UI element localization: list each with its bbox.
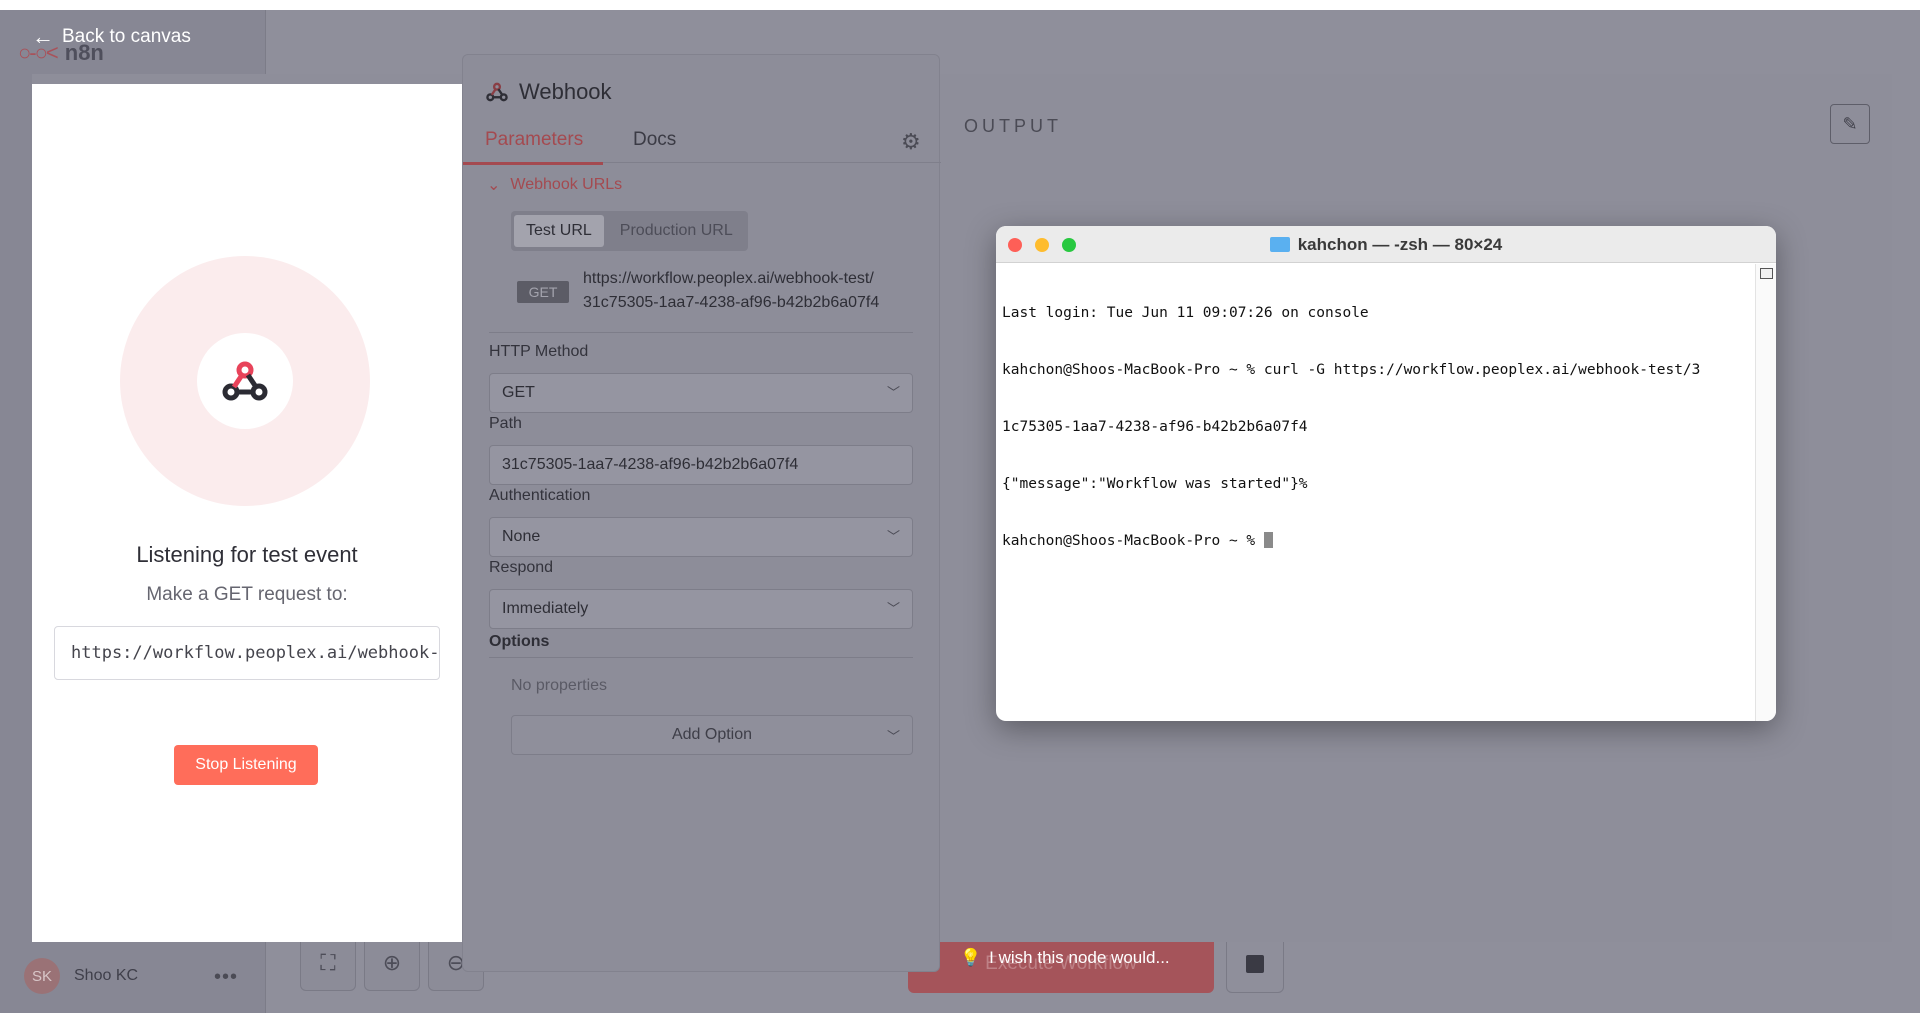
path-value: 31c75305-1aa7-4238-af96-b42b2b6a07f4	[502, 456, 799, 473]
user-menu-more-icon[interactable]: •••	[214, 966, 238, 989]
parameter-tabs: Parameters Docs	[462, 125, 941, 165]
canvas-controls: ⛶ ⊕ ⊖	[300, 935, 484, 991]
parameters-panel: Webhook Parameters Docs ⚙ ⌄ Webhook URLs…	[462, 54, 941, 972]
test-webhook-url-field[interactable]: https://workflow.peoplex.ai/webhook-test…	[54, 626, 440, 680]
divider	[489, 332, 913, 333]
divider	[489, 657, 913, 658]
folder-icon	[1269, 237, 1290, 252]
authentication-value: None	[502, 528, 541, 545]
stop-listening-button[interactable]: Stop Listening	[174, 745, 318, 785]
user-name: Shoo KC	[74, 967, 139, 984]
gear-icon[interactable]: ⚙	[901, 129, 921, 155]
terminal-prompt-line: kahchon@Shoos-MacBook-Pro ~ %	[1002, 532, 1750, 551]
fit-view-button[interactable]: ⛶	[300, 935, 356, 991]
tooltip-text: I wish this node would...	[989, 948, 1170, 967]
stop-icon	[1246, 955, 1264, 973]
terminal-line: Last login: Tue Jun 11 09:07:26 on conso…	[1002, 305, 1369, 321]
listening-subtitle: Make a GET request to:	[146, 584, 348, 605]
test-url-option[interactable]: Test URL	[514, 215, 604, 247]
user-profile[interactable]: SK Shoo KC	[24, 958, 138, 994]
webhook-icon	[486, 82, 508, 102]
terminal-line: 1c75305-1aa7-4238-af96-b42b2b6a07f4	[1002, 419, 1308, 435]
avatar: SK	[24, 958, 60, 994]
webhook-url-line: 31c75305-1aa7-4238-af96-b42b2b6a07f4	[583, 294, 880, 311]
terminal-line: kahchon@Shoos-MacBook-Pro ~ % curl -G ht…	[1002, 362, 1701, 378]
url-type-toggle: Test URL Production URL	[511, 211, 748, 251]
terminal-output[interactable]: Last login: Tue Jun 11 09:07:26 on conso…	[1002, 266, 1750, 714]
chevron-down-icon: ⌄	[487, 177, 501, 194]
webhook-icon-container	[197, 333, 293, 429]
node-header: Webhook	[485, 79, 612, 105]
trigger-panel: Listening for test event Make a GET requ…	[32, 84, 462, 942]
path-label: Path	[489, 415, 522, 432]
listening-title: Listening for test event	[136, 542, 358, 567]
respond-label: Respond	[489, 559, 554, 576]
production-url-option[interactable]: Production URL	[608, 215, 745, 247]
webhook-urls-section-toggle[interactable]: ⌄ Webhook URLs	[487, 175, 622, 195]
webhook-url-line: https://workflow.peoplex.ai/webhook-test…	[583, 270, 874, 287]
stop-execution-button[interactable]	[1226, 935, 1284, 993]
zoom-in-button[interactable]: ⊕	[364, 935, 420, 991]
feedback-tooltip[interactable]: 💡 I wish this node would...	[960, 948, 1170, 968]
edit-output-button[interactable]: ✎	[1830, 104, 1870, 144]
zoom-in-icon: ⊕	[382, 950, 402, 975]
pencil-icon: ✎	[1842, 113, 1858, 134]
chevron-down-icon: ﹀	[886, 729, 900, 744]
http-method-label: HTTP Method	[489, 343, 589, 360]
terminal-title-text: kahchon — -zsh — 80×24	[1297, 234, 1503, 254]
authentication-select[interactable]: None ﹀	[489, 517, 913, 557]
terminal-scrollbar[interactable]	[1755, 264, 1776, 721]
http-method-select[interactable]: GET ﹀	[489, 373, 913, 413]
back-label: Back to canvas	[62, 26, 191, 47]
listening-halo	[120, 256, 370, 506]
respond-value: Immediately	[502, 600, 589, 617]
webhook-url[interactable]: https://workflow.peoplex.ai/webhook-test…	[583, 267, 923, 315]
authentication-label: Authentication	[489, 487, 591, 504]
tab-docs[interactable]: Docs	[633, 129, 676, 151]
terminal-line: {"message":"Workflow was started"}%	[1002, 476, 1308, 492]
webhook-icon	[222, 361, 268, 401]
section-title: Webhook URLs	[510, 176, 623, 193]
terminal-window: kahchon — -zsh — 80×24 Last login: Tue J…	[996, 226, 1776, 721]
terminal-prompt: kahchon@Shoos-MacBook-Pro ~ %	[1002, 533, 1264, 549]
chevron-down-icon: ﹀	[886, 385, 900, 400]
options-title: Options	[489, 633, 550, 650]
chevron-down-icon: ﹀	[886, 601, 900, 616]
back-to-canvas-link[interactable]: ← Back to canvas	[32, 24, 191, 50]
method-badge: GET	[517, 281, 569, 303]
no-properties-text: No properties	[511, 677, 608, 694]
path-input[interactable]: 31c75305-1aa7-4238-af96-b42b2b6a07f4	[489, 445, 913, 485]
output-panel-title: OUTPUT	[964, 116, 1062, 136]
terminal-titlebar[interactable]: kahchon — -zsh — 80×24	[996, 226, 1776, 263]
fullscreen-icon: ⛶	[320, 950, 336, 975]
respond-select[interactable]: Immediately ﹀	[489, 589, 913, 629]
terminal-title: kahchon — -zsh — 80×24	[996, 226, 1776, 263]
http-method-value: GET	[502, 384, 535, 401]
add-option-button[interactable]: Add Option ﹀	[511, 715, 913, 755]
terminal-cursor	[1263, 532, 1273, 548]
chevron-down-icon: ﹀	[886, 529, 900, 544]
lightbulb-icon: 💡	[960, 948, 982, 967]
tab-parameters[interactable]: Parameters	[462, 129, 604, 165]
terminal-menu-icon[interactable]	[1760, 268, 1773, 279]
node-title[interactable]: Webhook	[519, 79, 612, 105]
arrow-left-icon: ←	[32, 24, 54, 49]
add-option-label: Add Option	[671, 726, 753, 743]
